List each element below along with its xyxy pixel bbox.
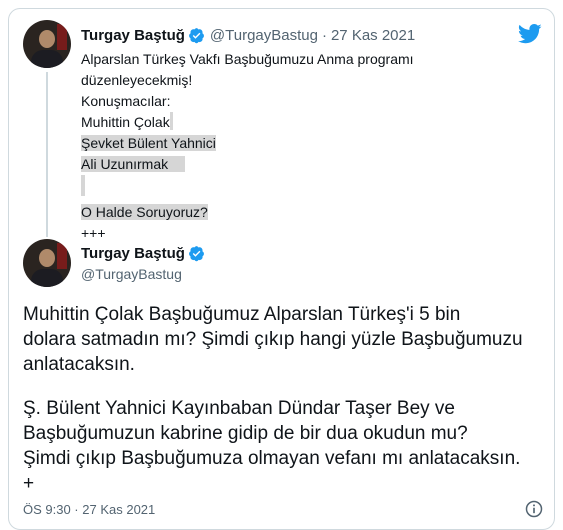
tweet-line-empty xyxy=(81,175,531,202)
author-name[interactable]: Turgay Baştuğ xyxy=(81,27,185,44)
speaker-name-highlighted: Ali Uzunırmak xyxy=(81,156,186,172)
info-icon[interactable] xyxy=(524,499,544,519)
author-name[interactable]: Turgay Baştuğ xyxy=(81,245,185,262)
twitter-bird-icon[interactable] xyxy=(518,24,542,44)
tweet-line: Şevket Bülent Yahnici xyxy=(81,133,531,154)
tweet-line: Başbuğumuzun kabrine gidip de bir dua ok… xyxy=(23,423,468,444)
tweet-embed-card: Turgay Baştuğ @TurgayBastug · 27 Kas 202… xyxy=(8,8,555,530)
main-tweet-text: Muhittin Çolak Başbuğumuz Alparslan Türk… xyxy=(23,302,543,496)
tweet-line: düzenleyecekmiş! xyxy=(81,72,193,88)
tweet-line: Ali Uzunırmak xyxy=(81,154,531,175)
verified-badge-icon xyxy=(188,28,204,44)
highlighted-question: O Halde Soruyoruz? xyxy=(81,204,208,220)
speaker-name: Muhittin Çolak xyxy=(81,114,170,130)
speaker-name-highlighted: Şevket Bülent Yahnici xyxy=(81,135,216,151)
tweet-line: O Halde Soruyoruz? xyxy=(81,202,531,223)
author-handle[interactable]: @TurgayBastug xyxy=(81,266,182,282)
tweet-line: + xyxy=(23,473,35,494)
tweet-line: Muhittin Çolak Başbuğumuz Alparslan Türk… xyxy=(23,304,461,325)
tweet-line: Şimdi çıkıp Başbuğumuza olmayan vefanı m… xyxy=(23,448,521,469)
tweet-line: Ş. Bülent Yahnici Kayınbaban Dündar Taşe… xyxy=(23,398,455,419)
tweet-line: dolara satmadın mı? Şimdi çıkıp hangi yü… xyxy=(23,329,523,350)
tweet-date[interactable]: 27 Kas 2021 xyxy=(331,27,415,44)
tweet-line: +++ xyxy=(81,225,106,241)
tweet-line: anlatacaksın. xyxy=(23,354,135,375)
tweet-line: Konuşmacılar: xyxy=(81,93,171,109)
tweet-line: Muhittin Çolak xyxy=(81,112,531,133)
quoted-tweet-text: Alparslan Türkeş Vakfı Başbuğumuzu Anma … xyxy=(81,49,531,244)
verified-badge-icon xyxy=(188,246,204,262)
tweet-timestamp[interactable]: ÖS 9:30 · 27 Kas 2021 xyxy=(23,502,155,517)
main-tweet-author: Turgay Baştuğ xyxy=(81,245,205,262)
thread-connector-line xyxy=(46,72,48,237)
tweet-line: Alparslan Türkeş Vakfı Başbuğumuzu Anma … xyxy=(81,51,414,67)
quoted-tweet-header: Turgay Baştuğ @TurgayBastug · 27 Kas 202… xyxy=(81,27,415,44)
avatar[interactable] xyxy=(23,239,71,287)
avatar[interactable] xyxy=(23,20,71,68)
separator-dot: · xyxy=(321,27,327,44)
author-handle[interactable]: @TurgayBastug xyxy=(210,27,318,44)
